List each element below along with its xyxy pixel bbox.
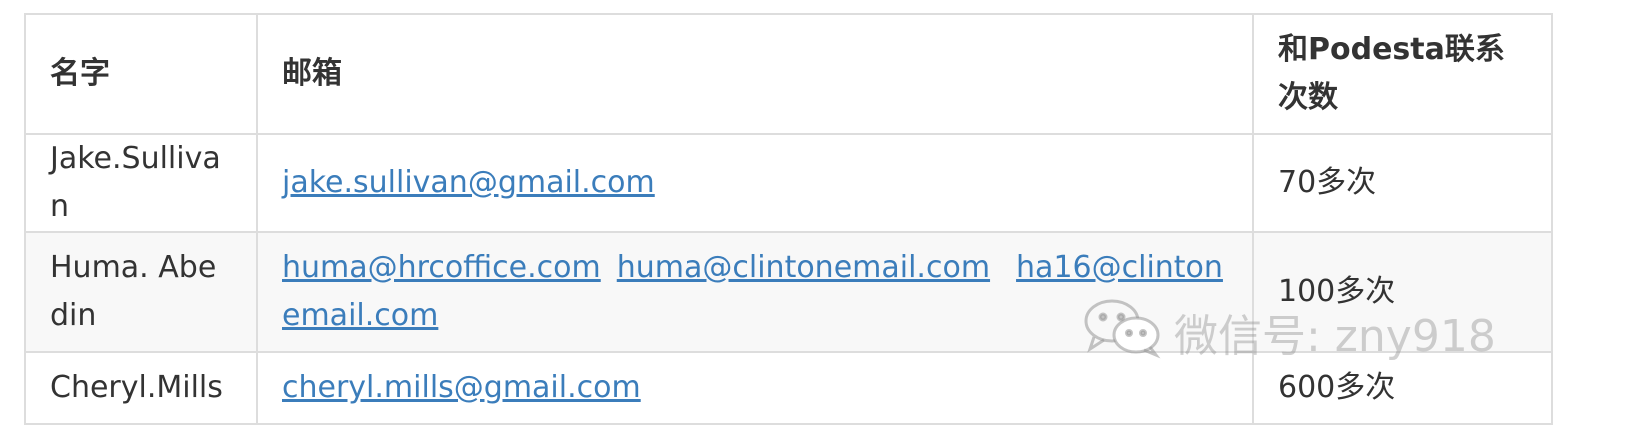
contacts-table: 名字 邮箱 和Podesta联系次数 Jake.Sullivan jake.su… (24, 13, 1553, 425)
email-link[interactable]: jake.sullivan@gmail.com (282, 165, 655, 200)
cell-name: Jake.Sullivan (24, 133, 258, 233)
email-link[interactable]: cheryl.mills@gmail.com (282, 370, 641, 405)
table-row: Cheryl.Mills cheryl.mills@gmail.com 600多… (24, 351, 1553, 425)
cell-emails: jake.sullivan@gmail.com (256, 133, 1254, 233)
cell-emails: cheryl.mills@gmail.com (256, 351, 1254, 425)
cell-name: Cheryl.Mills (24, 351, 258, 425)
cell-count: 600多次 (1252, 351, 1553, 425)
table-row: Jake.Sullivan jake.sullivan@gmail.com 70… (24, 133, 1553, 233)
email-link[interactable]: huma@clintonemail.com (617, 250, 990, 285)
cell-count: 70多次 (1252, 133, 1553, 233)
cell-count: 100多次 (1252, 231, 1553, 353)
cell-name: Huma. Abedin (24, 231, 258, 353)
table-header-row: 名字 邮箱 和Podesta联系次数 (24, 13, 1553, 135)
header-name: 名字 (24, 13, 258, 135)
cell-emails: huma@hrcoffice.com huma@clintonemail.com h… (256, 231, 1254, 353)
header-email: 邮箱 (256, 13, 1254, 135)
header-contact-count: 和Podesta联系次数 (1252, 13, 1553, 135)
email-link[interactable]: huma@hrcoffice.com (282, 250, 601, 285)
table-row: Huma. Abedin huma@hrcoffice.com huma@clin… (24, 231, 1553, 353)
